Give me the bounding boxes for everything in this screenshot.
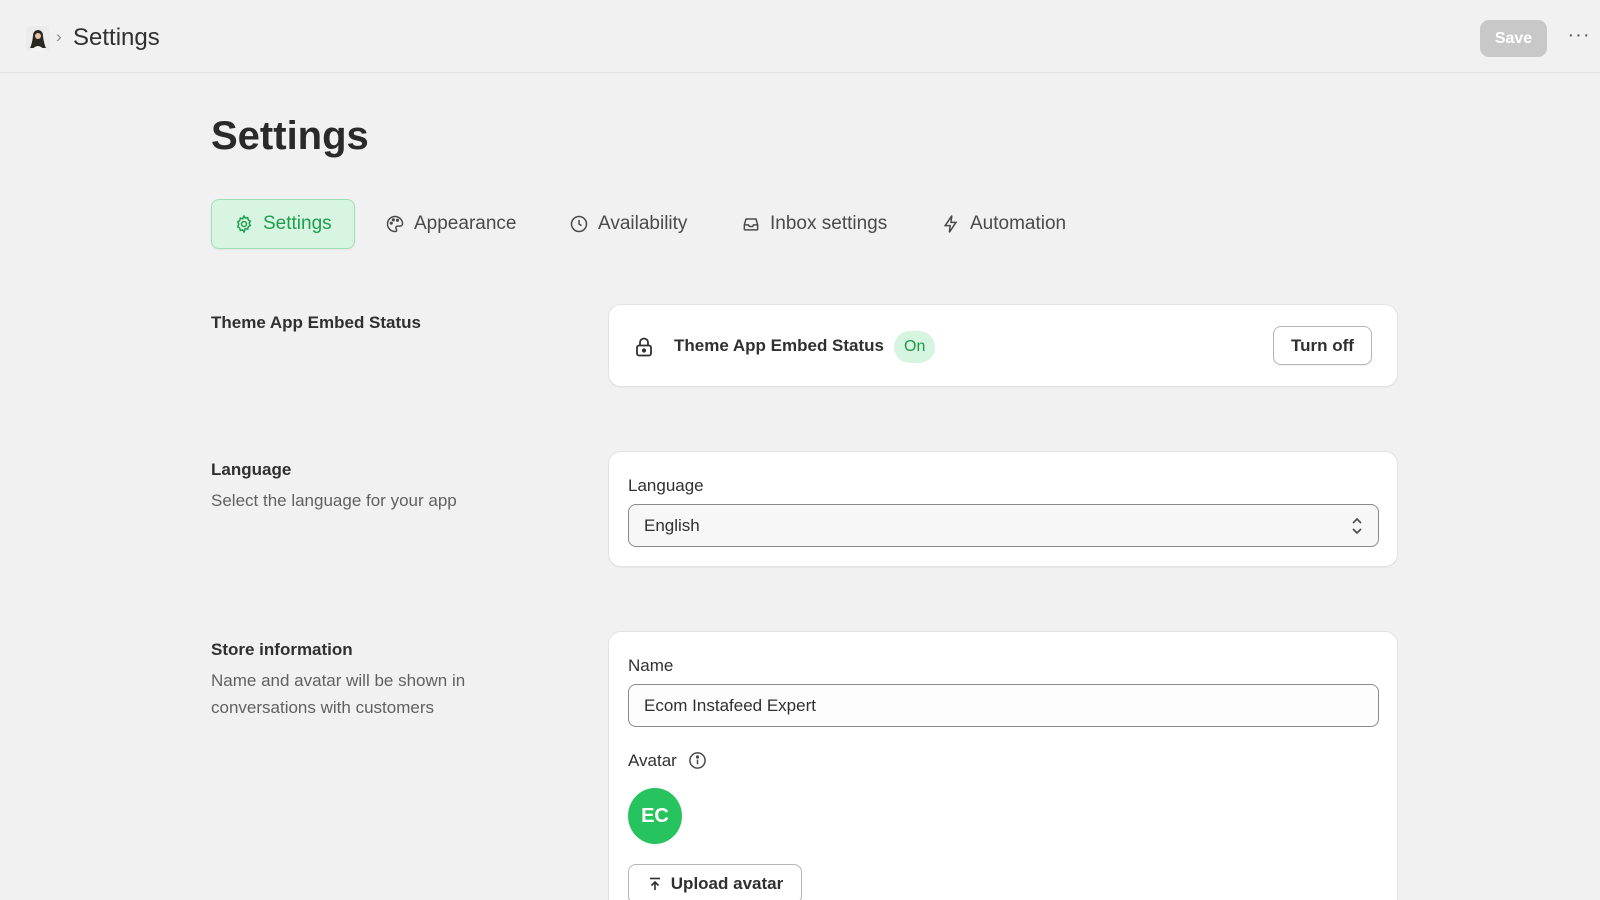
tab-label: Automation (970, 213, 1067, 234)
upload-avatar-label: Upload avatar (670, 874, 784, 893)
lock-icon (636, 337, 652, 357)
theme-embed-section-title: Theme App Embed Status (211, 313, 422, 332)
theme-embed-card-title: Theme App Embed Status (674, 336, 885, 355)
palette-icon (386, 215, 404, 233)
status-badge: On (894, 331, 936, 363)
tab-label: Appearance (414, 213, 517, 234)
upload-avatar-button[interactable]: Upload avatar (628, 864, 802, 900)
gear-icon (236, 214, 252, 234)
info-icon[interactable] (688, 751, 707, 770)
language-section-desc: Select the language for your app (211, 491, 457, 510)
tab-inbox-settings[interactable]: Inbox settings (741, 199, 887, 249)
top-bar: › Settings Save ··· (0, 0, 1600, 73)
name-field-label: Name (628, 656, 674, 675)
chevron-updown-icon (1352, 517, 1362, 535)
save-button[interactable]: Save (1480, 20, 1547, 57)
tab-label: Availability (598, 213, 688, 234)
tab-availability[interactable]: Availability (569, 199, 687, 249)
lightning-icon (943, 215, 958, 233)
tab-label: Settings (263, 213, 332, 234)
breadcrumb-title: Settings (73, 24, 160, 51)
language-select-value: English (644, 515, 700, 535)
tab-appearance[interactable]: Appearance (385, 199, 516, 249)
theme-embed-card: Theme App Embed Status On Turn off (608, 304, 1398, 387)
upload-icon (649, 877, 660, 890)
turn-off-button[interactable]: Turn off (1273, 326, 1372, 365)
page-title: Settings (211, 114, 369, 158)
more-actions-icon[interactable]: ··· (1565, 24, 1593, 52)
clock-icon (570, 215, 588, 233)
store-info-section-desc: Name and avatar will be shown in convers… (211, 671, 466, 717)
avatar: EC (628, 788, 682, 844)
language-select[interactable]: English (628, 504, 1379, 547)
language-field-label: Language (628, 476, 704, 495)
tab-settings[interactable]: Settings (211, 199, 355, 249)
breadcrumb-separator: › (56, 27, 62, 46)
name-input[interactable]: Ecom Instafeed Expert (628, 684, 1379, 727)
avatar-field-label: Avatar (628, 751, 677, 770)
store-info-card: Name Ecom Instafeed Expert Avatar EC Upl… (608, 631, 1398, 900)
tab-label: Inbox settings (770, 213, 888, 234)
app-logo[interactable] (26, 26, 50, 51)
tab-automation[interactable]: Automation (941, 199, 1066, 249)
language-section-title: Language (211, 460, 292, 479)
store-info-section-title: Store information (211, 640, 353, 659)
name-input-value: Ecom Instafeed Expert (644, 695, 816, 715)
inbox-icon (743, 218, 759, 231)
language-card: Language English (608, 451, 1398, 567)
